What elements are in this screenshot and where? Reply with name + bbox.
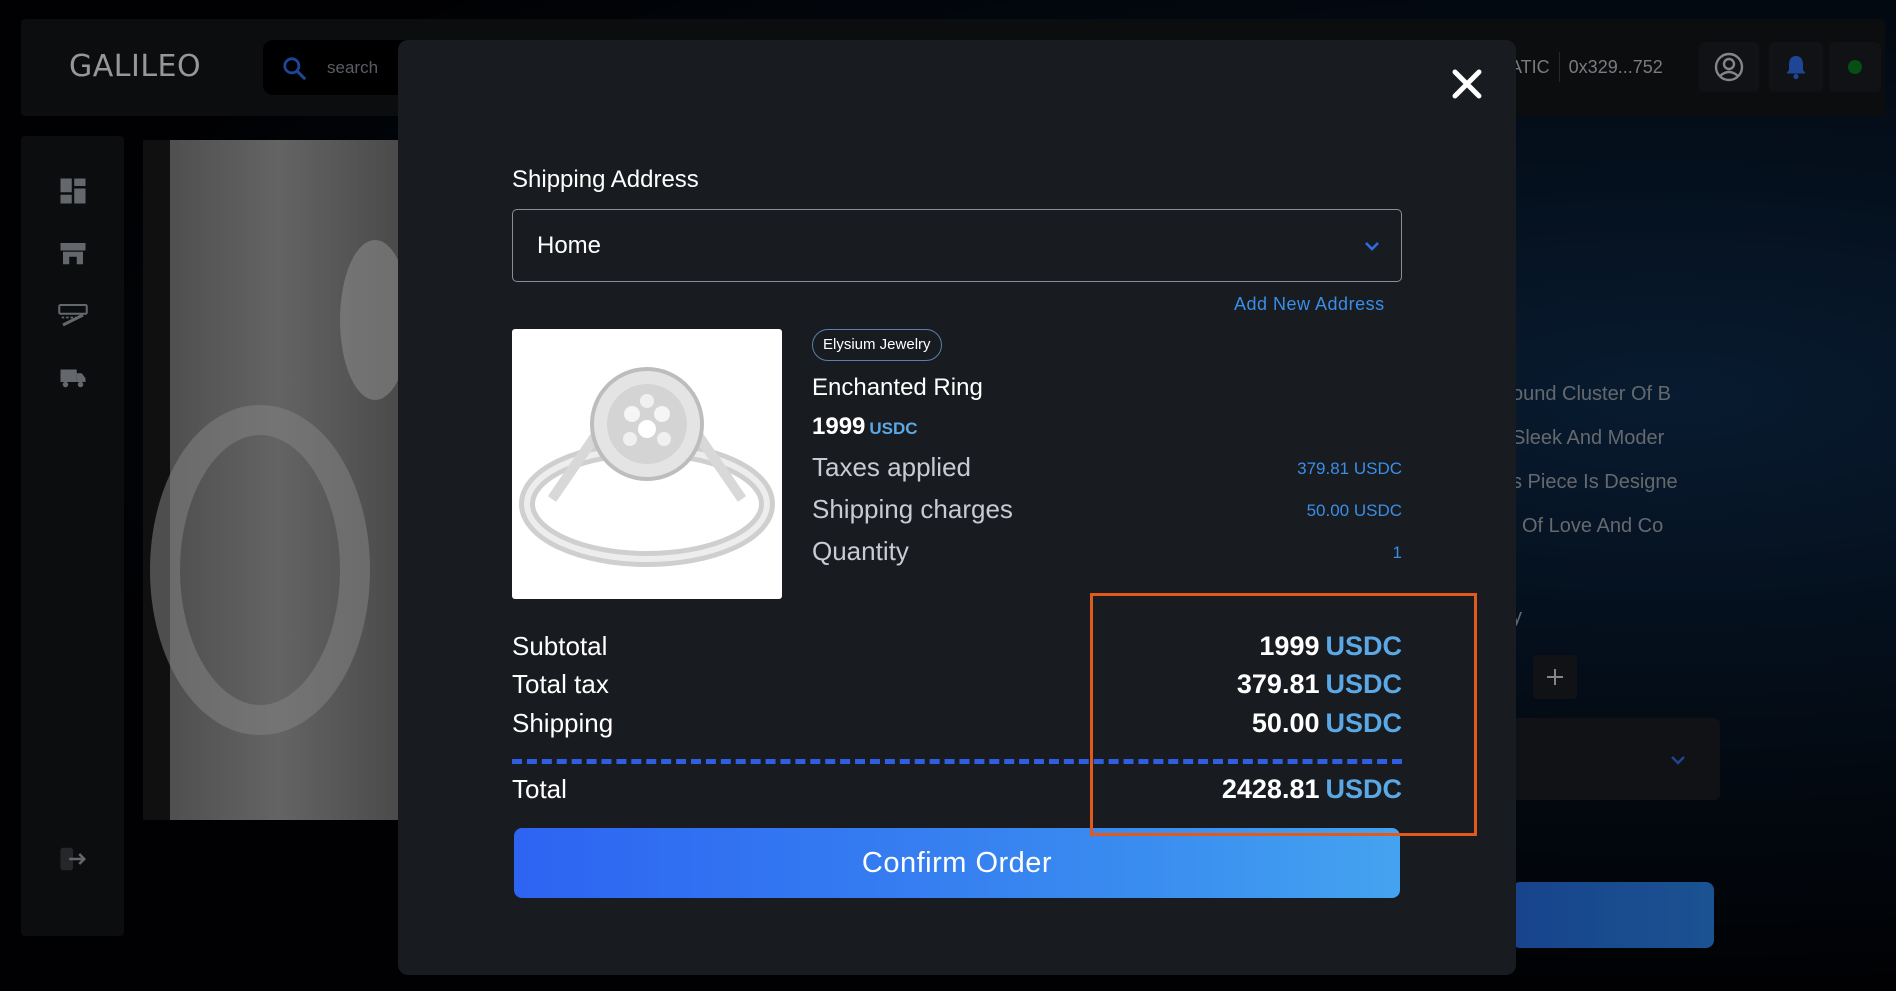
selected-address: Home — [537, 232, 602, 259]
page: GALILEO ATIC 0x329...752 — [0, 0, 1896, 991]
detail-label: Shipping charges — [812, 494, 1013, 524]
shipping-address-select[interactable]: Home — [512, 209, 1402, 282]
chevron-down-icon — [1365, 242, 1379, 251]
detail-value: 379.81 USDC — [1297, 459, 1402, 478]
product-image — [512, 329, 782, 599]
total-tax-label: Total tax — [512, 669, 609, 699]
price-currency: USDC — [869, 419, 918, 438]
subtotal-label: Subtotal — [512, 631, 608, 661]
detail-value: 1 — [1392, 543, 1402, 562]
detail-label: Taxes applied — [812, 452, 971, 482]
product-name: Enchanted Ring — [812, 374, 983, 401]
shipping-charges-row: Shipping charges 50.00 USDC — [812, 494, 1402, 528]
product-price: 1999 USDC — [812, 413, 918, 441]
close-icon[interactable] — [1448, 65, 1486, 103]
ring-image — [519, 367, 775, 567]
detail-value: 50.00 USDC — [1306, 501, 1402, 520]
highlight-annotation-box — [1090, 593, 1477, 836]
shipping-address-label: Shipping Address — [512, 166, 699, 193]
add-new-address-link[interactable]: Add New Address — [1234, 294, 1385, 315]
detail-label: Quantity — [812, 536, 909, 566]
brand-badge[interactable]: Elysium Jewelry — [812, 329, 942, 361]
confirm-order-button[interactable]: Confirm Order — [514, 828, 1400, 898]
total-label: Total — [512, 774, 567, 804]
shipping-label: Shipping — [512, 708, 614, 738]
quantity-row: Quantity 1 — [812, 536, 1402, 570]
taxes-row: Taxes applied 379.81 USDC — [812, 452, 1402, 486]
price-value: 1999 — [812, 413, 866, 440]
